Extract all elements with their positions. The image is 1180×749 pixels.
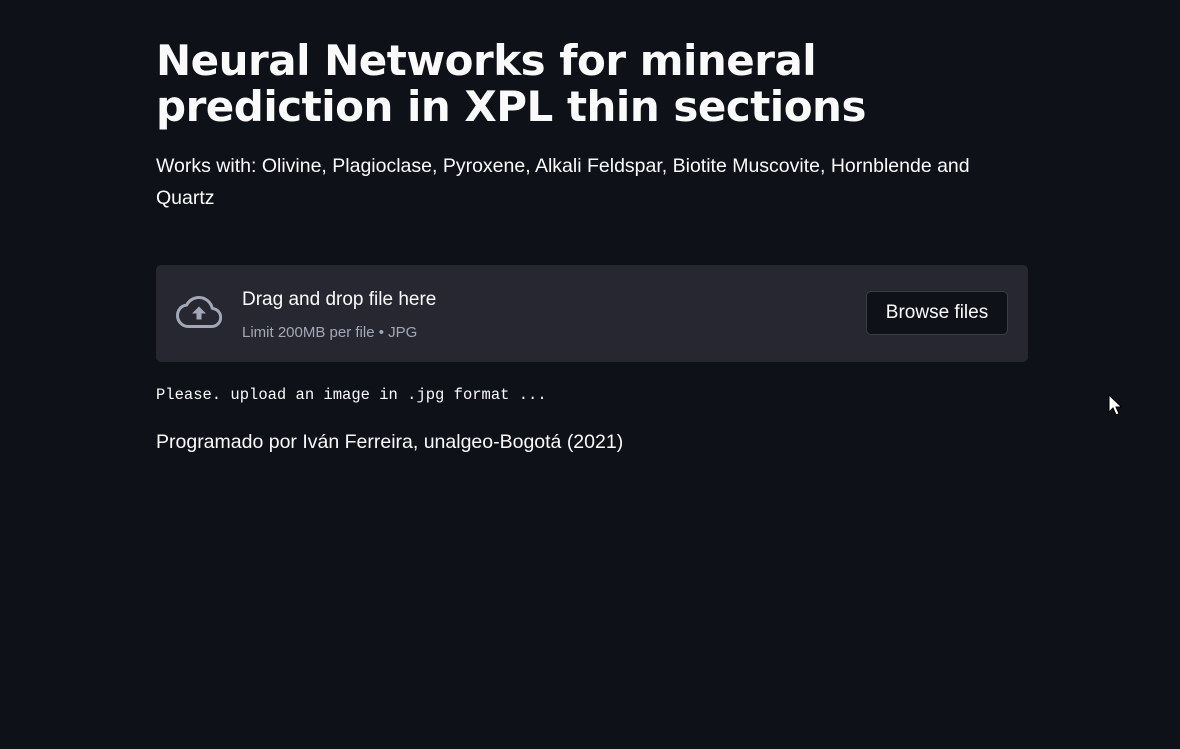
upload-limit-text: Limit 200MB per file • JPG <box>242 324 418 341</box>
credits-text: Programado por Iván Ferreira, unalgeo-Bo… <box>156 431 624 453</box>
mouse-cursor-icon <box>1108 394 1122 416</box>
page-subtitle: Works with: Olivine, Plagioclase, Pyroxe… <box>156 155 970 209</box>
file-uploader-dropzone[interactable]: Drag and drop file here Limit 200MB per … <box>156 265 1028 362</box>
browse-files-button[interactable]: Browse files <box>866 291 1008 335</box>
upload-status-message: Please. upload an image in .jpg format .… <box>156 386 547 404</box>
page-title: Neural Networks for mineral prediction i… <box>156 36 866 131</box>
cloud-upload-icon <box>176 295 222 328</box>
drop-instructions: Drag and drop file here <box>242 289 437 310</box>
app-page: Neural Networks for mineral prediction i… <box>0 0 1180 749</box>
main-content: Neural Networks for mineral prediction i… <box>156 36 1028 453</box>
